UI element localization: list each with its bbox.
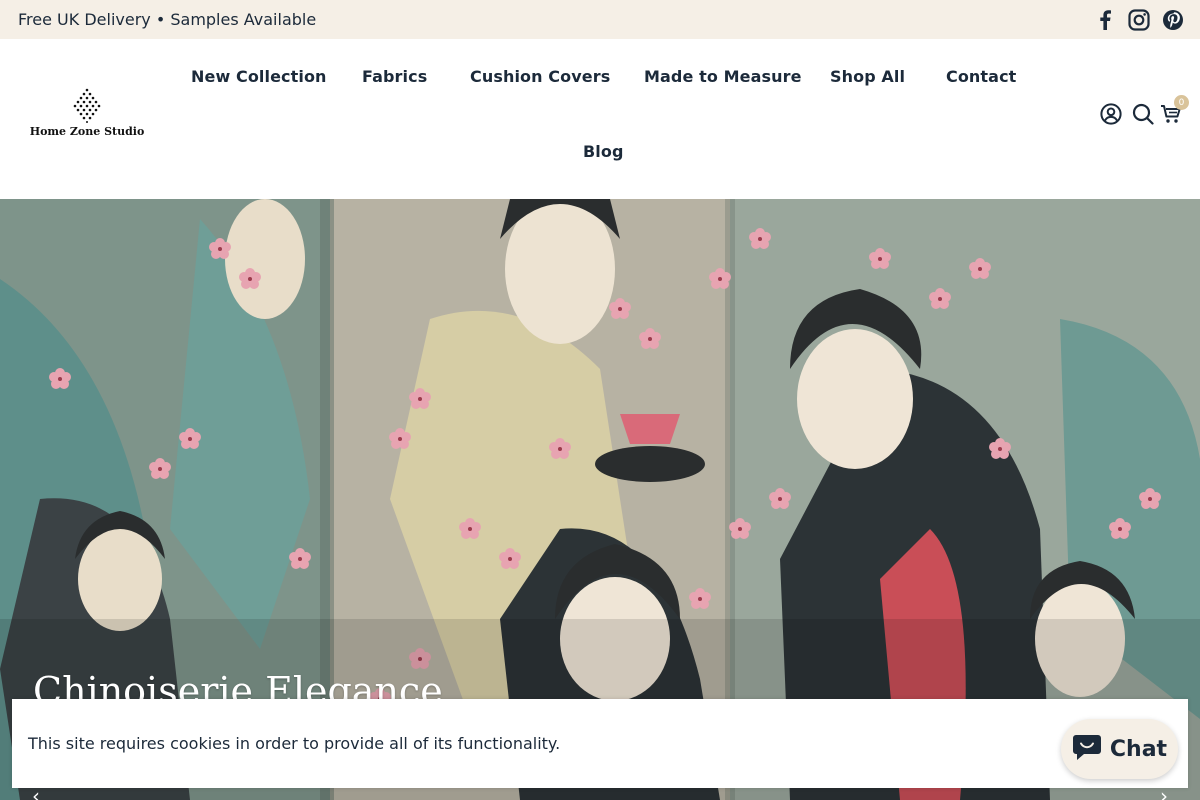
instagram-icon[interactable] bbox=[1128, 8, 1150, 31]
search-icon[interactable] bbox=[1132, 102, 1154, 126]
chat-bubble-icon bbox=[1072, 733, 1102, 765]
nav-item-blog[interactable]: Blog bbox=[583, 142, 624, 161]
chat-button[interactable]: Chat bbox=[1061, 719, 1178, 779]
announcement-text: Free UK Delivery • Samples Available bbox=[18, 10, 317, 29]
social-links bbox=[1094, 8, 1184, 31]
nav-item-cushion-covers[interactable]: Cushion Covers bbox=[470, 67, 610, 86]
announcement-bar: Free UK Delivery • Samples Available bbox=[0, 0, 1200, 39]
cookie-banner: This site requires cookies in order to p… bbox=[12, 699, 1188, 788]
cart-icon[interactable]: 0 bbox=[1160, 95, 1189, 126]
nav-item-fabrics[interactable]: Fabrics bbox=[362, 67, 427, 86]
user-icon[interactable] bbox=[1100, 102, 1122, 126]
nav-item-contact[interactable]: Contact bbox=[946, 67, 1016, 86]
site-header: Home Zone Studio New Collection Fabrics … bbox=[0, 39, 1200, 199]
nav-item-shop-all[interactable]: Shop All bbox=[830, 67, 905, 86]
chat-label: Chat bbox=[1109, 736, 1168, 762]
logo-mark-icon bbox=[73, 88, 101, 123]
pinterest-icon[interactable] bbox=[1162, 9, 1184, 31]
brand-name: Home Zone Studio bbox=[29, 125, 145, 138]
header-actions: 0 bbox=[1100, 95, 1189, 126]
facebook-icon[interactable] bbox=[1094, 9, 1116, 31]
cart-count-badge: 0 bbox=[1174, 95, 1189, 110]
nav-item-new-collection[interactable]: New Collection bbox=[191, 67, 327, 86]
nav-item-made-to-measure[interactable]: Made to Measure bbox=[644, 67, 802, 86]
brand-logo[interactable]: Home Zone Studio bbox=[30, 87, 144, 141]
cookie-message: This site requires cookies in order to p… bbox=[28, 734, 561, 753]
